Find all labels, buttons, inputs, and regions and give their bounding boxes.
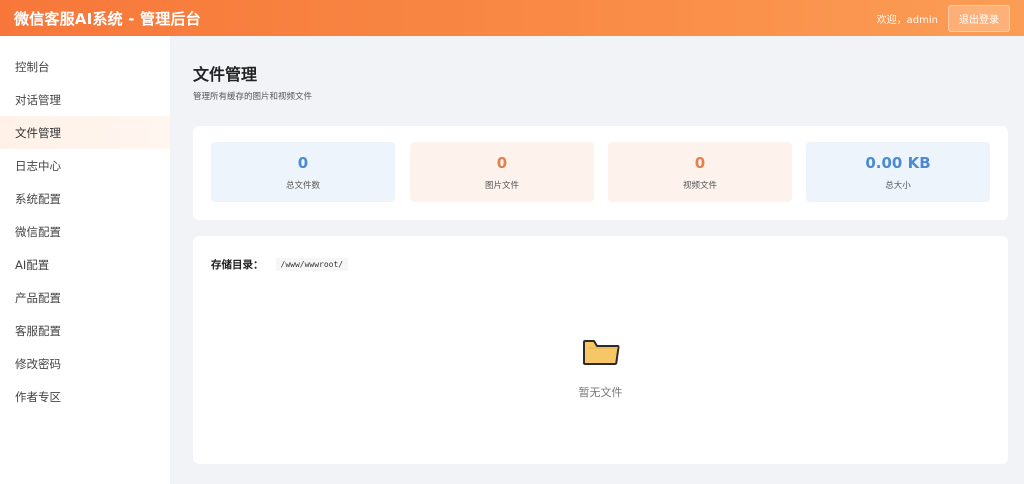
sidebar-item-label: 客服配置 bbox=[15, 323, 61, 338]
sidebar-item-label: 微信配置 bbox=[15, 224, 61, 239]
stat-total-size: 0.00 KB 总大小 bbox=[806, 142, 990, 202]
sidebar-item-label: 对话管理 bbox=[15, 92, 61, 107]
stat-image-files: 0 图片文件 bbox=[410, 142, 594, 202]
sidebar-item-conversations[interactable]: 对话管理 bbox=[0, 83, 170, 116]
stat-value: 0.00 KB bbox=[865, 153, 931, 172]
sidebar-item-files[interactable]: 文件管理 bbox=[0, 116, 170, 149]
sidebar-item-label: 系统配置 bbox=[15, 191, 61, 206]
app-title: 微信客服AI系统 - 管理后台 bbox=[14, 9, 201, 28]
sidebar-item-logs[interactable]: 日志中心 bbox=[0, 149, 170, 182]
folder-icon bbox=[582, 340, 620, 365]
header-user-area: 欢迎，admin 退出登录 bbox=[876, 4, 1010, 32]
main-content: 文件管理 管理所有缓存的图片和视频文件 0 总文件数 0 图片文件 0 视频文件… bbox=[170, 36, 1024, 484]
stat-video-files: 0 视频文件 bbox=[608, 142, 792, 202]
page-title: 文件管理 bbox=[193, 65, 258, 84]
sidebar-item-label: AI配置 bbox=[15, 257, 50, 272]
page-subtitle: 管理所有缓存的图片和视频文件 bbox=[193, 92, 313, 102]
sidebar-item-label: 产品配置 bbox=[15, 290, 61, 305]
storage-label: 存储目录： bbox=[211, 259, 264, 271]
sidebar-item-label: 日志中心 bbox=[15, 158, 61, 173]
empty-text: 暂无文件 bbox=[578, 386, 623, 399]
files-card: 存储目录： /www/wwwroot/ 暂无文件 bbox=[193, 236, 1008, 464]
storage-path: /www/wwwroot/ bbox=[275, 258, 349, 271]
sidebar-item-dashboard[interactable]: 控制台 bbox=[0, 50, 170, 83]
sidebar-item-system-config[interactable]: 系统配置 bbox=[0, 182, 170, 215]
sidebar-item-label: 控制台 bbox=[15, 59, 50, 74]
stat-total-files: 0 总文件数 bbox=[211, 142, 395, 202]
logout-button[interactable]: 退出登录 bbox=[948, 4, 1010, 32]
sidebar-item-label: 文件管理 bbox=[15, 125, 61, 140]
sidebar: 控制台 对话管理 文件管理 日志中心 系统配置 微信配置 AI配置 产品配置 客… bbox=[0, 36, 170, 484]
sidebar-item-label: 修改密码 bbox=[15, 356, 61, 371]
sidebar-item-change-password[interactable]: 修改密码 bbox=[0, 347, 170, 380]
storage-directory: 存储目录： /www/wwwroot/ bbox=[211, 257, 349, 272]
stat-value: 0 bbox=[496, 153, 508, 172]
empty-state: 暂无文件 bbox=[193, 336, 1008, 400]
stat-value: 0 bbox=[694, 153, 706, 172]
stat-label: 图片文件 bbox=[484, 180, 519, 191]
sidebar-item-service-config[interactable]: 客服配置 bbox=[0, 314, 170, 347]
stat-label: 总大小 bbox=[885, 180, 911, 191]
stat-label: 视频文件 bbox=[682, 180, 717, 191]
sidebar-item-product-config[interactable]: 产品配置 bbox=[0, 281, 170, 314]
sidebar-item-label: 作者专区 bbox=[15, 389, 61, 404]
top-header: 微信客服AI系统 - 管理后台 欢迎，admin 退出登录 bbox=[0, 0, 1024, 36]
stat-value: 0 bbox=[297, 153, 309, 172]
sidebar-item-ai-config[interactable]: AI配置 bbox=[0, 248, 170, 281]
welcome-text: 欢迎，admin bbox=[876, 14, 938, 26]
stat-label: 总文件数 bbox=[285, 180, 320, 191]
sidebar-item-wechat-config[interactable]: 微信配置 bbox=[0, 215, 170, 248]
sidebar-item-author[interactable]: 作者专区 bbox=[0, 380, 170, 413]
stats-card: 0 总文件数 0 图片文件 0 视频文件 0.00 KB 总大小 bbox=[193, 126, 1008, 220]
